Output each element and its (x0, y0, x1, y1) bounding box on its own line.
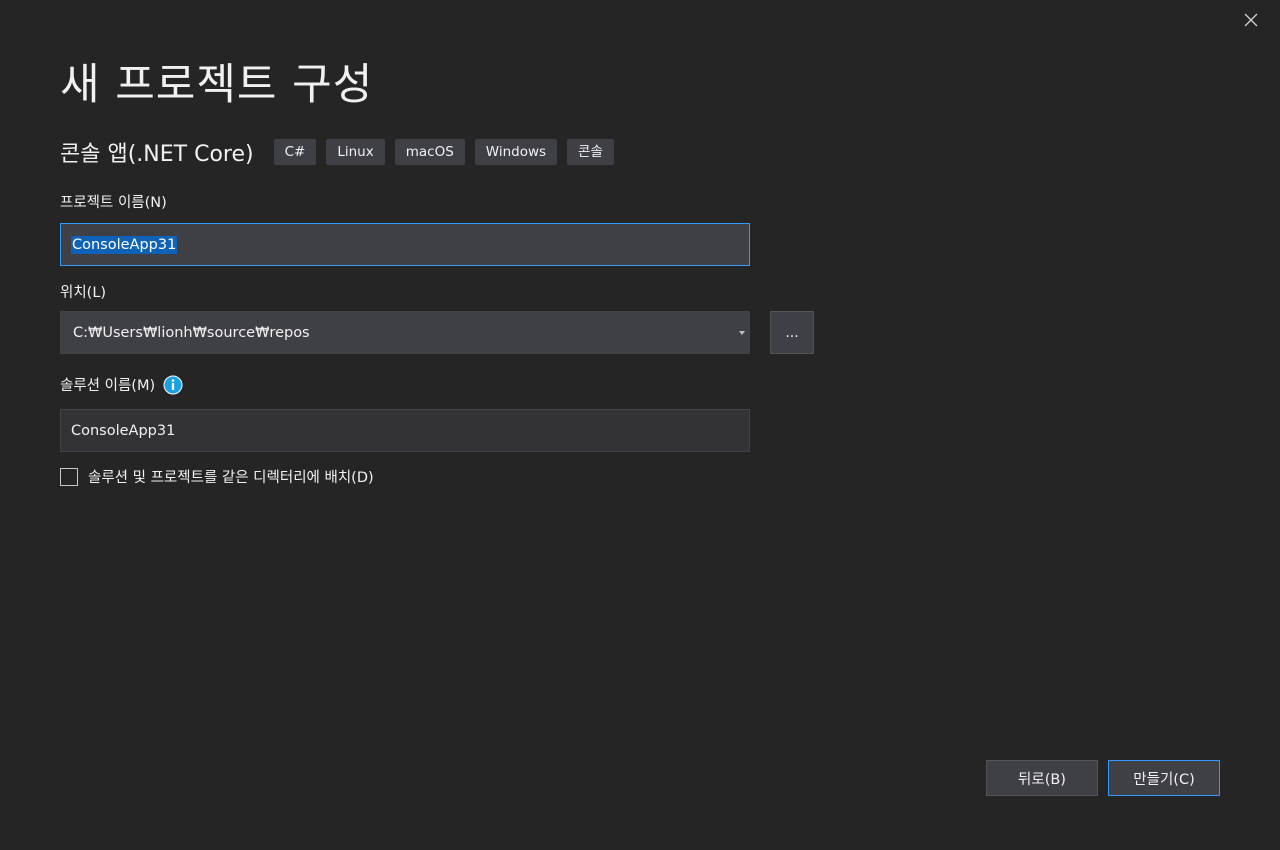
same-directory-checkbox[interactable] (60, 467, 78, 486)
tag-linux: Linux (326, 138, 385, 165)
project-name-input[interactable]: ConsoleApp31 (60, 223, 750, 266)
browse-button[interactable]: ... (770, 311, 814, 354)
tag-console: 콘솔 (567, 138, 614, 165)
dropdown-arrow-icon[interactable] (739, 331, 745, 335)
solution-name-label: 솔루션 이름(M) (60, 378, 156, 394)
close-button[interactable] (1238, 8, 1264, 34)
solution-name-value: ConsoleApp31 (71, 422, 176, 439)
configure-project-dialog: 새 프로젝트 구성 콘솔 앱(.NET Core) C# Linux macOS… (0, 0, 1280, 850)
solution-name-input[interactable]: ConsoleApp31 (60, 409, 750, 452)
create-button[interactable]: 만들기(C) (1108, 760, 1220, 796)
page-title: 새 프로젝트 구성 (60, 60, 374, 110)
location-value: C:₩Users₩lionh₩source₩repos (73, 324, 310, 341)
info-icon[interactable] (163, 375, 183, 395)
project-name-label: 프로젝트 이름(N) (60, 195, 167, 211)
tag-macos: macOS (394, 138, 465, 165)
template-info: 콘솔 앱(.NET Core) C# Linux macOS Windows 콘… (60, 138, 624, 167)
project-name-value: ConsoleApp31 (71, 235, 178, 254)
location-label: 위치(L) (60, 285, 107, 301)
tag-windows: Windows (474, 138, 558, 165)
same-directory-label[interactable]: 솔루션 및 프로젝트를 같은 디렉터리에 배치(D) (88, 466, 374, 487)
template-name: 콘솔 앱(.NET Core) (60, 141, 254, 167)
tag-csharp: C# (273, 138, 317, 165)
location-combobox[interactable]: C:₩Users₩lionh₩source₩repos (60, 311, 750, 354)
solution-name-label-row: 솔루션 이름(M) (60, 374, 183, 395)
back-button[interactable]: 뒤로(B) (986, 760, 1098, 796)
same-directory-option[interactable]: 솔루션 및 프로젝트를 같은 디렉터리에 배치(D) (60, 466, 374, 487)
close-icon (1244, 12, 1258, 31)
